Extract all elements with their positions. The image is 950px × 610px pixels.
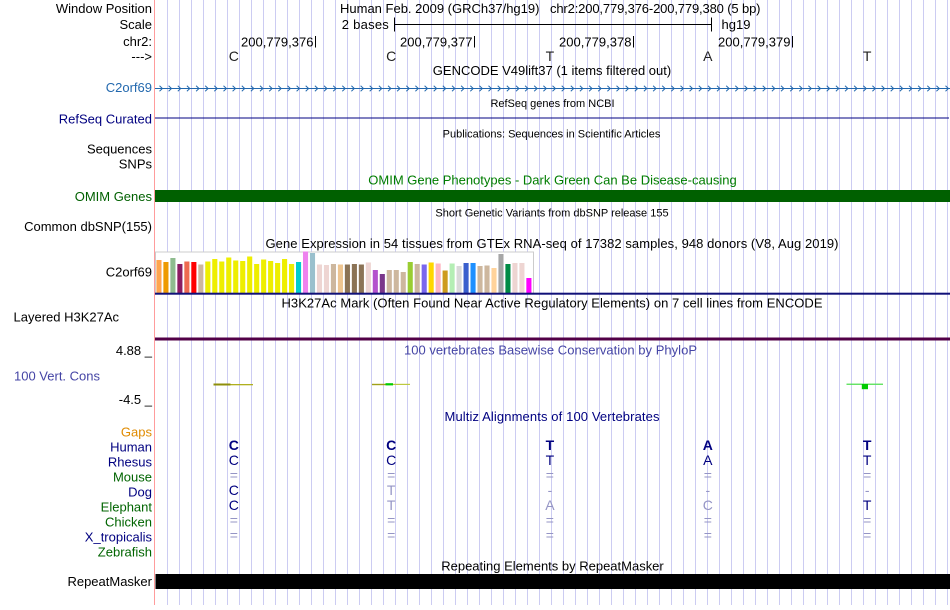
- svg-text:C2orf69: C2orf69: [106, 265, 152, 280]
- svg-text:RepeatMasker: RepeatMasker: [67, 574, 152, 589]
- svg-text:T: T: [546, 48, 555, 64]
- svg-text:H3K27Ac Mark (Often Found Near: H3K27Ac Mark (Often Found Near Active Re…: [282, 296, 823, 311]
- svg-text:A: A: [545, 497, 555, 513]
- svg-text:Publications: Sequences in Sci: Publications: Sequences in Scientific Ar…: [443, 129, 661, 141]
- svg-text:=: =: [387, 512, 395, 528]
- svg-text:T: T: [546, 437, 555, 453]
- svg-text:C: C: [229, 437, 239, 453]
- svg-text:=: =: [546, 527, 554, 543]
- svg-text:RefSeq Curated: RefSeq Curated: [59, 112, 152, 127]
- svg-text:T: T: [863, 497, 872, 513]
- svg-text:=: =: [230, 467, 238, 483]
- svg-text:chr2:200,779,376-200,779,380 (: chr2:200,779,376-200,779,380 (5 bp): [550, 1, 761, 16]
- svg-text:=: =: [863, 527, 871, 543]
- svg-text:Elephant: Elephant: [101, 500, 153, 515]
- svg-text:C: C: [386, 48, 396, 64]
- svg-text:Window Position: Window Position: [56, 1, 152, 16]
- svg-text:SNPs: SNPs: [119, 157, 153, 172]
- svg-text:OMIM Gene Phenotypes - Dark Gr: OMIM Gene Phenotypes - Dark Green Can Be…: [368, 173, 737, 188]
- svg-text:=: =: [704, 467, 712, 483]
- svg-text:GENCODE V49lift37 (1 items fil: GENCODE V49lift37 (1 items filtered out): [433, 63, 671, 78]
- svg-text:C: C: [229, 48, 239, 64]
- svg-text:200,779,379: 200,779,379: [718, 35, 791, 50]
- svg-text:Chicken: Chicken: [105, 515, 152, 530]
- svg-text:C: C: [386, 452, 396, 468]
- svg-text:X_tropicalis: X_tropicalis: [85, 530, 153, 545]
- svg-text:Multiz Alignments of 100 Verte: Multiz Alignments of 100 Vertebrates: [445, 409, 661, 424]
- svg-text:=: =: [863, 512, 871, 528]
- svg-text:T: T: [387, 482, 396, 498]
- svg-text:T: T: [387, 497, 396, 513]
- svg-text:C: C: [229, 497, 239, 513]
- svg-text:chr2:: chr2:: [123, 34, 152, 49]
- svg-text:Repeating Elements by RepeatMa: Repeating Elements by RepeatMasker: [441, 559, 664, 574]
- svg-text:=: =: [387, 527, 395, 543]
- svg-text:Zebrafish: Zebrafish: [98, 545, 152, 560]
- svg-text:Gene Expression in 54 tissues: Gene Expression in 54 tissues from GTEx …: [266, 236, 839, 251]
- svg-text:hg19: hg19: [722, 17, 751, 32]
- svg-text:Dog: Dog: [128, 485, 152, 500]
- svg-text:-: -: [705, 482, 710, 498]
- svg-text:RefSeq genes from NCBI: RefSeq genes from NCBI: [490, 98, 614, 110]
- svg-text:=: =: [230, 512, 238, 528]
- svg-text:Common dbSNP(155): Common dbSNP(155): [24, 219, 152, 234]
- svg-text:Scale: Scale: [119, 17, 152, 32]
- svg-text:200,779,378: 200,779,378: [559, 35, 632, 50]
- svg-text:Human: Human: [110, 440, 152, 455]
- svg-text:=: =: [704, 527, 712, 543]
- svg-text:Short Genetic Variants from db: Short Genetic Variants from dbSNP releas…: [435, 208, 668, 220]
- svg-text:-4.5 _: -4.5 _: [119, 392, 153, 407]
- svg-text:A: A: [703, 452, 713, 468]
- svg-text:C: C: [703, 497, 713, 513]
- svg-text:=: =: [863, 467, 871, 483]
- svg-text:=: =: [230, 527, 238, 543]
- svg-text:=: =: [704, 512, 712, 528]
- svg-text:=: =: [387, 467, 395, 483]
- svg-text:=: =: [546, 467, 554, 483]
- svg-text:OMIM Genes: OMIM Genes: [75, 189, 153, 204]
- svg-text:T: T: [863, 452, 872, 468]
- svg-text:T: T: [546, 452, 555, 468]
- svg-text:T: T: [863, 437, 872, 453]
- svg-text:Layered H3K27Ac: Layered H3K27Ac: [14, 310, 120, 325]
- svg-text:=: =: [546, 512, 554, 528]
- svg-text:C: C: [229, 482, 239, 498]
- svg-text:-: -: [865, 482, 870, 498]
- svg-text:Rhesus: Rhesus: [108, 455, 153, 470]
- svg-text:Mouse: Mouse: [113, 470, 152, 485]
- svg-text:2 bases: 2 bases: [342, 17, 390, 32]
- svg-text:C: C: [386, 437, 396, 453]
- svg-text:200,779,377: 200,779,377: [400, 35, 473, 50]
- svg-text:100 vertebrates Basewise Conse: 100 vertebrates Basewise Conservation by…: [404, 343, 697, 358]
- svg-text:Human Feb. 2009 (GRCh37/hg19): Human Feb. 2009 (GRCh37/hg19): [340, 1, 539, 16]
- svg-text:C: C: [229, 452, 239, 468]
- svg-text:Gaps: Gaps: [121, 425, 153, 440]
- svg-text:-: -: [548, 482, 553, 498]
- svg-text:A: A: [703, 437, 713, 453]
- svg-text:--->: --->: [131, 49, 152, 64]
- svg-text:200,779,376: 200,779,376: [241, 35, 314, 50]
- svg-text:100 Vert. Cons: 100 Vert. Cons: [14, 369, 100, 384]
- svg-text:4.88 _: 4.88 _: [116, 343, 153, 358]
- svg-text:Sequences: Sequences: [87, 142, 153, 157]
- svg-text:C2orf69: C2orf69: [106, 80, 152, 95]
- svg-text:A: A: [703, 48, 713, 64]
- svg-text:T: T: [863, 48, 872, 64]
